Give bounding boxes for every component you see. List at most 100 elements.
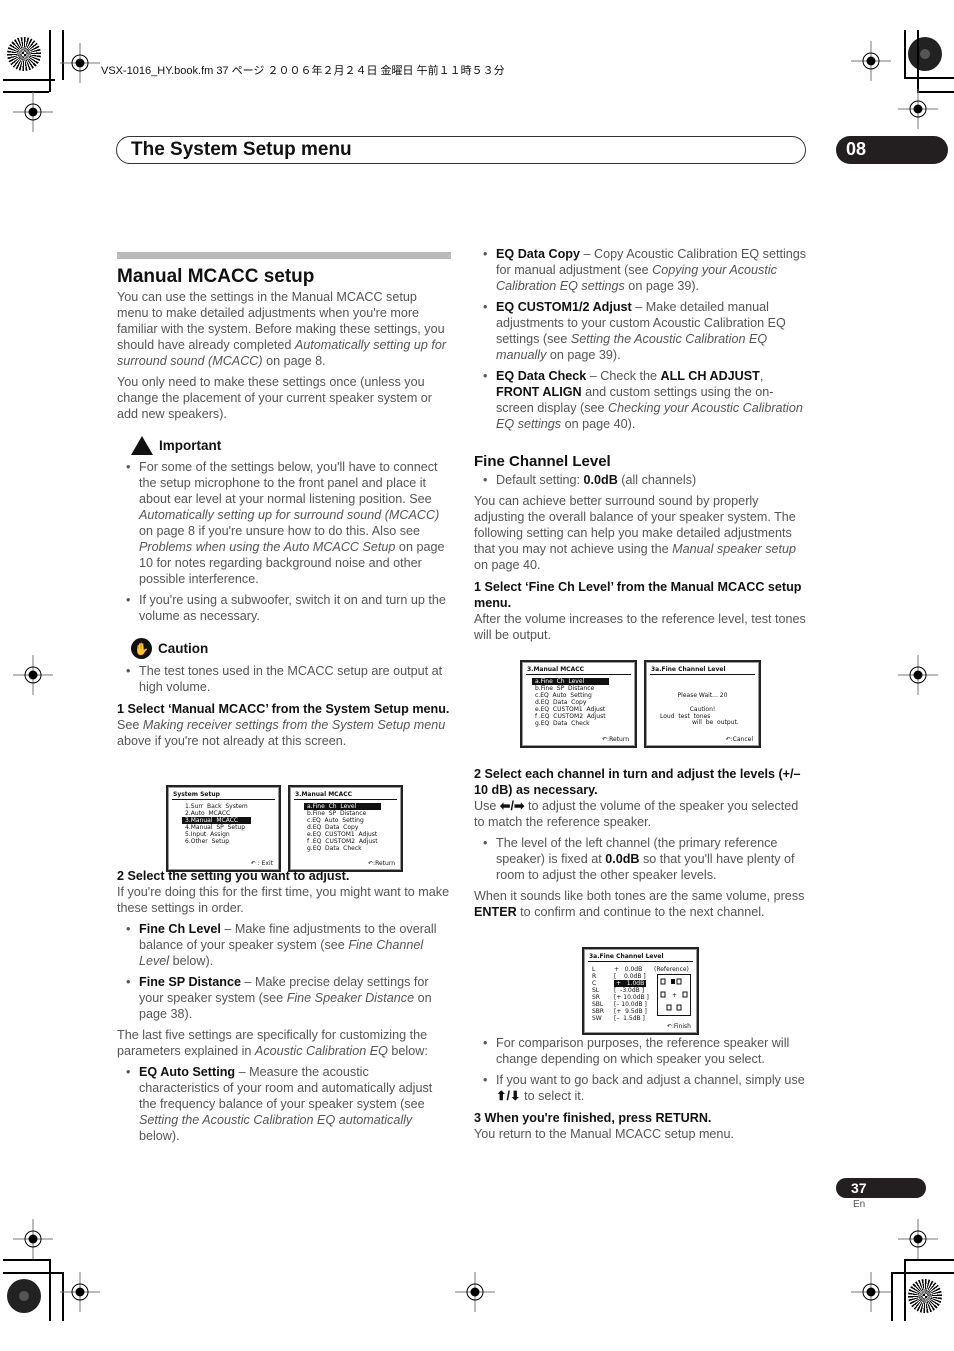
osd-menu-item: 6.Other Setup [185, 838, 230, 845]
osd-footer: ↶ : Exit [250, 860, 273, 867]
osd-menu-item: 2.Auto MCACC [185, 810, 231, 817]
crop-line [3, 79, 55, 81]
crosshair-icon [851, 41, 891, 81]
text-span: EQ Data Check [496, 369, 587, 383]
paragraph: You can achieve better surround sound by… [474, 493, 808, 573]
text-span: Making receiver settings from the System… [142, 718, 446, 732]
crosshair-icon [455, 1272, 495, 1312]
intro-paragraph: You can use the settings in the Manual M… [117, 289, 451, 369]
left-right-arrow-icon: ⬅/➡ [499, 799, 525, 813]
text-span: below). [139, 1129, 180, 1143]
step-text: After the volume increases to the refere… [474, 612, 806, 642]
osd-fine-channel-wait-screen: 3a.Fine Channel Level Please Wait... 20 … [644, 660, 761, 748]
osd-manual-mcacc-screen: 3.Manual MCACC a.Fine Ch Level b.Fine SP… [288, 785, 403, 872]
text-span: Manual speaker setup [672, 542, 797, 556]
crop-line [904, 30, 906, 78]
default-setting-list: Default setting: 0.0dB (all channels) [474, 472, 808, 488]
list-item: EQ CUSTOM1/2 Adjust – Make detailed manu… [483, 299, 808, 363]
osd-menu-item-selected: a.Fine Ch Level [304, 803, 381, 810]
text-span: [+ 9.5dB ] [614, 1008, 647, 1015]
osd-menu-item: b.Fine SP Distance [307, 810, 367, 817]
text-span: ALL CH ADJUST [660, 369, 760, 383]
crosshair-icon [851, 1272, 891, 1312]
step-text: See Making receiver settings from the Sy… [117, 717, 451, 749]
important-heading: Important [131, 436, 451, 455]
crosshair-icon [898, 655, 938, 695]
step-text: Use ⬅/➡ to adjust the volume of the spea… [474, 798, 808, 830]
text-span: Setting the Acoustic Calibration EQ auto… [139, 1113, 413, 1127]
text-span: on page 39). [546, 348, 621, 362]
text-span: Caution [158, 640, 209, 656]
text-span: Default setting: [496, 473, 584, 487]
list-item: EQ Data Copy – Copy Acoustic Calibration… [483, 246, 808, 294]
osd-menu-item: g.EQ Data Check [307, 845, 362, 852]
paragraph: When it sounds like both tones are the s… [474, 888, 808, 920]
osd-channel-row-selected: C + 1.0dB [592, 980, 649, 987]
book-file-info: VSX-1016_HY.book.fm 37 ページ ２００６年２月２４日 金曜… [101, 65, 505, 77]
osd-channel-row: SBL [– 10.0dB ] [592, 1001, 649, 1008]
text-span: Acoustic Calibration EQ [254, 1044, 388, 1058]
osd-menu-list: a.Fine Ch Level b.Fine SP Distance c.EQ … [532, 678, 609, 727]
text-span: Fine Ch Level [139, 922, 221, 936]
osd-menu-item: d.EQ Data Copy [535, 699, 587, 706]
text-span: on page 39). [624, 279, 700, 293]
text-span: ) as necessary. [508, 783, 598, 797]
text-span: below). [169, 954, 214, 968]
text-span: [– 1.5dB ] [614, 1015, 645, 1022]
crop-line [49, 30, 51, 92]
eq-list: EQ Auto Setting – Measure the acoustic c… [117, 1064, 451, 1144]
up-down-arrow-icon: ⬆/⬇ [496, 1089, 521, 1103]
crop-line [3, 1259, 49, 1261]
osd-menu-item: 1.Surr Back System [185, 803, 248, 810]
step-heading: 2 Select each channel in turn and adjust… [474, 766, 808, 798]
note-list: The level of the left channel (the prima… [474, 835, 808, 883]
list-item: Default setting: 0.0dB (all channels) [483, 472, 808, 488]
osd-footer: ↶:Return [368, 860, 395, 867]
osd-manual-mcacc-screen: 3.Manual MCACC a.Fine Ch Level b.Fine SP… [520, 660, 637, 748]
crosshair-icon [898, 1219, 938, 1259]
caution-list: The test tones used in the MCACC setup a… [117, 663, 451, 695]
speaker-icon [666, 1004, 672, 1011]
osd-menu-item: 5.Input Assign [185, 831, 230, 838]
text-span: 3.Manual MCACC [527, 666, 585, 673]
left-column: Manual MCACC setup You can use the setti… [117, 252, 451, 1149]
text-span: Use [474, 799, 500, 813]
text-span: EQ Auto Setting [139, 1065, 236, 1079]
text-span: R [592, 973, 597, 980]
crop-line [891, 1272, 954, 1274]
text-span: L [592, 966, 596, 973]
osd-caution: Caution! [689, 706, 716, 713]
text-span: [ -3.0dB ] [614, 987, 645, 994]
section-title: Manual MCACC setup [117, 266, 315, 287]
crop-line [3, 1272, 63, 1274]
crosshair-icon [898, 89, 938, 129]
speaker-icon [660, 991, 666, 998]
text-span: [+ 10.0dB ] [614, 994, 649, 1001]
osd-reference-label: (Reference) [654, 966, 689, 973]
text-span: SL [592, 987, 600, 994]
text-span: [– 10.0dB ] [614, 1001, 647, 1008]
osd-menu-item-selected: a.Fine Ch Level [532, 678, 609, 685]
text-span: 3a.Fine Channel Level [589, 953, 664, 960]
osd-channel-row: SR [+ 10.0dB ] [592, 994, 649, 1001]
list-item: The test tones used in the MCACC setup a… [126, 663, 451, 695]
osd-menu-item: e.EQ CUSTOM1 Adjust [535, 706, 606, 713]
list-item: For some of the settings below, you'll h… [126, 459, 451, 587]
list-item: If you're using a subwoofer, switch it o… [126, 592, 451, 624]
text-span: System Setup [173, 791, 220, 798]
text-span: – Check the [586, 369, 661, 383]
important-list: For some of the settings below, you'll h… [117, 459, 451, 624]
text-span: SBR [592, 1008, 605, 1015]
crosshair-icon [60, 1272, 100, 1312]
list-item: EQ Auto Setting – Measure the acoustic c… [126, 1064, 451, 1144]
registration-target-icon [7, 37, 41, 71]
text-span: C [592, 980, 597, 987]
text-span: below: [387, 1044, 428, 1058]
osd-channel-row: SW [– 1.5dB ] [592, 1015, 649, 1022]
text-span: to confirm and continue to the next chan… [516, 905, 765, 919]
text-span: , [759, 369, 764, 383]
text-span: above if you're not already at this scre… [117, 734, 347, 748]
text-span: on page 40. [474, 558, 541, 572]
text-span: 3.Manual MCACC [295, 791, 353, 798]
text-span: to select it. [520, 1089, 585, 1103]
